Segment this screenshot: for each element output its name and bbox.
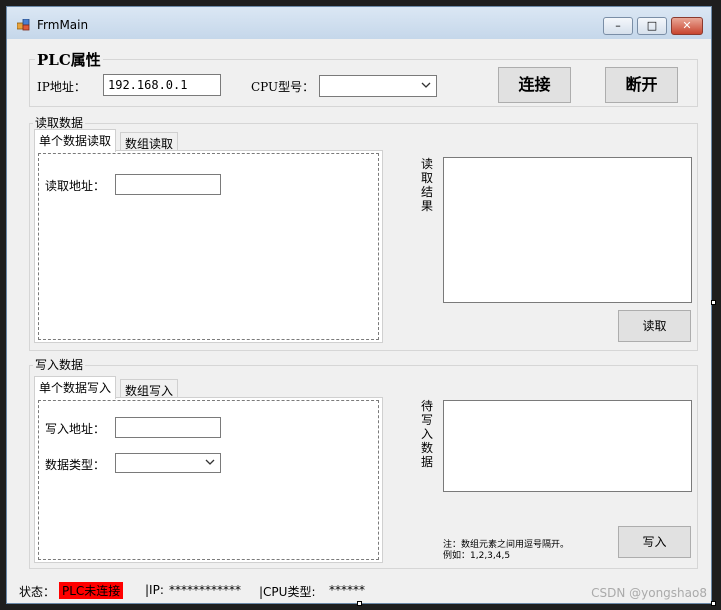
maximize-icon: □: [646, 19, 658, 32]
status-ip-value: ************: [169, 583, 241, 597]
resize-handle-right[interactable]: [711, 300, 716, 305]
read-button[interactable]: 读取: [618, 310, 691, 342]
main-window: FrmMain – □ ✕ PLC属性 IP地址： 192.168.0.1 CP…: [6, 6, 712, 604]
window-title: FrmMain: [37, 18, 89, 32]
pending-data-box[interactable]: [443, 400, 692, 492]
ip-input[interactable]: 192.168.0.1: [103, 74, 221, 96]
write-group-title: 写入数据: [33, 356, 86, 373]
close-icon: ✕: [682, 19, 692, 32]
resize-handle-corner[interactable]: [711, 601, 716, 606]
tab-single-write[interactable]: 单个数据写入: [34, 376, 117, 399]
cpu-select[interactable]: [319, 75, 437, 97]
tab-single-read[interactable]: 单个数据读取: [34, 129, 117, 152]
pending-data-label: 待写入数据: [420, 399, 433, 469]
resize-handle-bottom[interactable]: [357, 601, 362, 606]
status-label: 状态：: [19, 585, 56, 599]
cpu-label: CPU型号：: [251, 80, 315, 94]
write-button[interactable]: 写入: [618, 526, 691, 558]
close-button[interactable]: ✕: [671, 17, 703, 35]
write-address-label: 写入地址：: [45, 422, 106, 436]
title-bar[interactable]: FrmMain – □ ✕: [7, 7, 711, 39]
read-result-label: 读取结果: [420, 157, 433, 213]
minimize-button[interactable]: –: [603, 17, 633, 35]
chevron-down-icon: [205, 459, 215, 465]
disconnect-button[interactable]: 断开: [605, 67, 678, 103]
read-result-box[interactable]: [443, 157, 692, 303]
app-icon: [17, 19, 30, 31]
read-address-label: 读取地址：: [45, 179, 106, 193]
chevron-down-icon: [421, 82, 431, 88]
status-ip-label: |IP:: [145, 583, 164, 597]
status-badge: PLC未连接: [59, 582, 124, 599]
write-note-line2: 例如：1,2,3,4,5: [443, 551, 511, 561]
data-type-select[interactable]: [115, 453, 221, 473]
read-address-input[interactable]: [115, 174, 221, 195]
watermark: CSDN @yongshao8: [591, 586, 707, 600]
status-cpu-label: |CPU类型:: [259, 585, 316, 599]
minimize-icon: –: [615, 19, 621, 32]
connect-button[interactable]: 连接: [498, 67, 571, 103]
data-type-label: 数据类型：: [45, 458, 106, 472]
maximize-button[interactable]: □: [637, 17, 667, 35]
status-cpu-value: ******: [329, 583, 365, 597]
write-address-input[interactable]: [115, 417, 221, 438]
ip-label: IP地址：: [37, 80, 86, 94]
plc-group-title: PLC属性: [35, 49, 103, 70]
